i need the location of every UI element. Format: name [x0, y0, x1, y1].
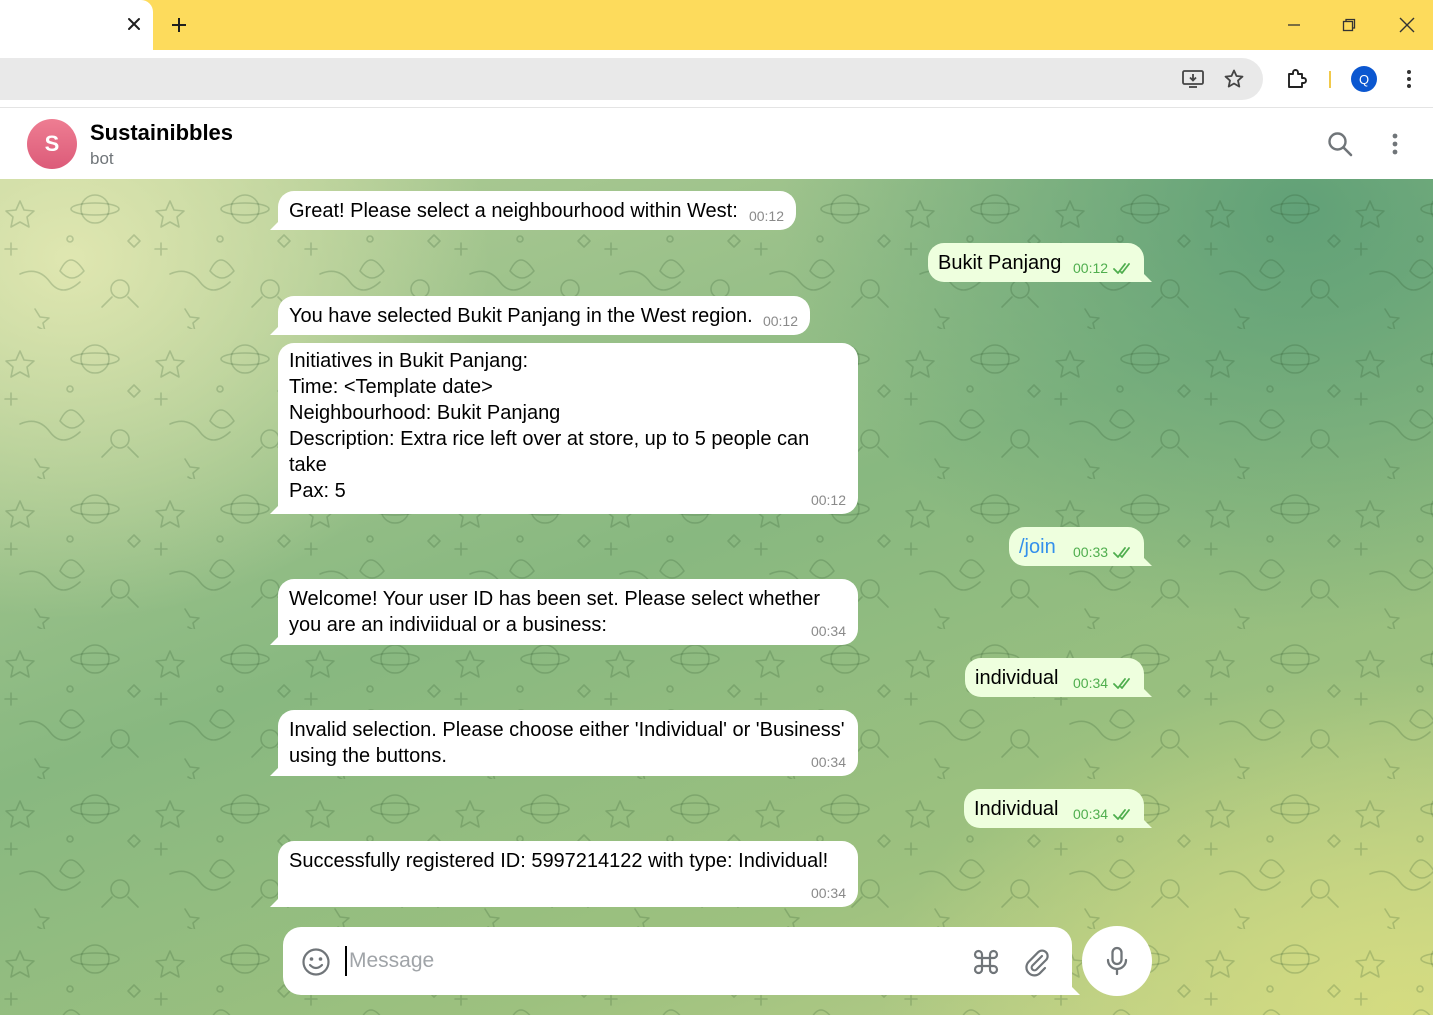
message-composer	[283, 927, 1072, 995]
message-bubble-incoming[interactable]: Invalid selection. Please choose either …	[278, 710, 858, 776]
message-text: Invalid selection. Please choose either …	[289, 719, 851, 767]
message-time: 00:12	[810, 492, 846, 508]
restore-icon[interactable]	[1334, 10, 1364, 40]
read-checkmarks-icon	[1113, 263, 1130, 274]
message-time: 00:12	[1073, 260, 1109, 276]
minimize-icon[interactable]	[1279, 10, 1309, 40]
message-time: 00:12	[762, 313, 798, 329]
microphone-icon[interactable]	[1082, 926, 1152, 996]
message-time: 00:34	[810, 754, 846, 770]
toolbar-divider	[1329, 71, 1331, 88]
search-icon[interactable]	[1323, 127, 1357, 161]
message-text: Welcome! Your user ID has been set. Plea…	[289, 588, 826, 636]
message-time: 00:34	[810, 623, 846, 639]
close-icon[interactable]	[122, 12, 146, 36]
profile-avatar[interactable]: Q	[1351, 66, 1377, 92]
message-time: 00:34	[1073, 806, 1109, 822]
bookmark-star-icon[interactable]	[1219, 64, 1249, 94]
chat-title[interactable]: Sustainibbles	[90, 120, 233, 146]
message-bubble-outgoing[interactable]: Individual 00:34	[964, 789, 1144, 828]
read-checkmarks-icon	[1113, 678, 1130, 689]
message-text: Great! Please select a neighbourhood wit…	[289, 200, 738, 222]
message-time: 00:12	[748, 208, 784, 224]
message-bubble-incoming[interactable]: Great! Please select a neighbourhood wit…	[278, 191, 796, 230]
message-bubble-incoming[interactable]: Welcome! Your user ID has been set. Plea…	[278, 579, 858, 645]
read-checkmarks-icon	[1113, 809, 1130, 820]
message-bubble-incoming[interactable]: Successfully registered ID: 5997214122 w…	[278, 841, 858, 907]
more-vertical-icon[interactable]	[1378, 127, 1412, 161]
browser-tab[interactable]	[0, 0, 153, 50]
message-text: individual	[975, 667, 1059, 689]
close-icon[interactable]	[1392, 10, 1422, 40]
avatar[interactable]: S	[27, 119, 77, 169]
install-app-icon[interactable]	[1178, 64, 1208, 94]
address-bar[interactable]	[0, 58, 1263, 100]
browser-toolbar	[0, 50, 1433, 108]
message-text: Individual	[974, 798, 1059, 820]
message-time: 00:33	[1073, 544, 1109, 560]
message-bubble-outgoing[interactable]: /join 00:33	[1009, 527, 1144, 566]
message-bubble-incoming[interactable]: You have selected Bukit Panjang in the W…	[278, 296, 810, 335]
read-checkmarks-icon	[1113, 547, 1130, 558]
menu-dots-icon[interactable]	[1394, 64, 1424, 94]
message-text: Successfully registered ID: 5997214122 w…	[289, 850, 829, 872]
emoji-icon[interactable]	[299, 945, 333, 979]
bot-command-link[interactable]: /join	[1019, 534, 1056, 560]
message-bubble-outgoing[interactable]: individual 00:34	[965, 658, 1144, 697]
bot-commands-icon[interactable]	[969, 945, 1003, 979]
chat-background: Great! Please select a neighbourhood wit…	[0, 179, 1433, 1015]
message-text: Initiatives in Bukit Panjang: Time: <Tem…	[289, 350, 810, 502]
tab-strip	[0, 0, 1433, 50]
message-text: Bukit Panjang	[938, 252, 1062, 274]
message-input[interactable]	[345, 946, 935, 976]
message-time: 00:34	[810, 885, 846, 901]
extensions-icon[interactable]	[1282, 64, 1312, 94]
plus-icon[interactable]	[166, 12, 192, 38]
chat-status: bot	[90, 149, 114, 168]
chat-header: S Sustainibbles bot	[0, 109, 1433, 179]
message-bubble-outgoing[interactable]: Bukit Panjang 00:12	[928, 243, 1144, 282]
message-time: 00:34	[1073, 675, 1109, 691]
message-bubble-incoming[interactable]: Initiatives in Bukit Panjang: Time: <Tem…	[278, 343, 858, 514]
message-text: You have selected Bukit Panjang in the W…	[289, 305, 753, 327]
attachment-icon[interactable]	[1019, 945, 1053, 979]
